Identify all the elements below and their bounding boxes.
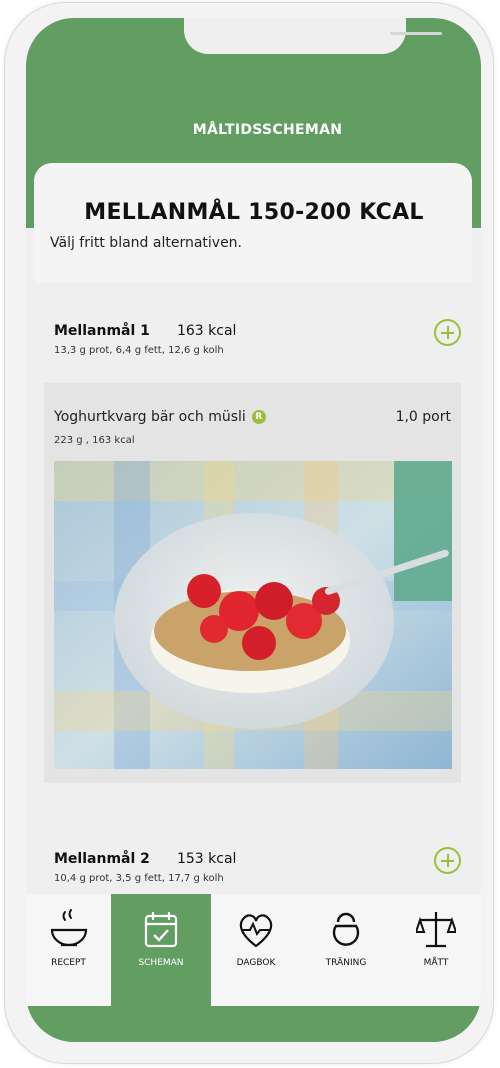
- heart-pulse-icon: [239, 914, 273, 948]
- meal-name: Mellanmål 1: [54, 323, 150, 339]
- tab-label: DAGBOK: [236, 958, 276, 968]
- bottom-tab-bar: RECEPT SCHEMAN DAGBOK TRÄNING MÅTT: [26, 894, 481, 1006]
- page-subtitle: Välj fritt bland alternativen.: [50, 235, 243, 251]
- recipe-meta: 223 g , 163 kcal: [54, 435, 135, 446]
- tab-label: RECEPT: [51, 958, 86, 968]
- phone-frame: MÅLTIDSSCHEMAN MELLANMÅL 150-200 KCAL Vä…: [4, 2, 494, 1064]
- tab-traning[interactable]: TRÄNING: [301, 894, 391, 1006]
- scale-icon: [416, 912, 456, 948]
- meal-row-1[interactable]: Mellanmål 1 163 kcal 13,3 g prot, 6,4 g …: [54, 320, 236, 356]
- tab-scheman[interactable]: SCHEMAN: [111, 894, 211, 1006]
- page-title: MELLANMÅL 150-200 KCAL: [84, 200, 424, 225]
- speaker-grill: [390, 32, 442, 35]
- tab-dagbok[interactable]: DAGBOK: [211, 894, 301, 1006]
- recipe-name: Yoghurtkvarg bär och müsli R: [54, 409, 266, 425]
- recipe-card[interactable]: Yoghurtkvarg bär och müsli R 1,0 port 223…: [44, 383, 461, 783]
- tab-label: SCHEMAN: [138, 958, 184, 968]
- meal-row-2[interactable]: Mellanmål 2 153 kcal 10,4 g prot, 3,5 g …: [54, 848, 236, 884]
- tab-label: MÅTT: [423, 958, 449, 968]
- tab-matt[interactable]: MÅTT: [391, 894, 481, 1006]
- header-title: MÅLTIDSSCHEMAN: [192, 122, 343, 138]
- app-screen: MÅLTIDSSCHEMAN MELLANMÅL 150-200 KCAL Vä…: [26, 18, 481, 1042]
- device-notch: [184, 18, 442, 54]
- meal-macros: 13,3 g prot, 6,4 g fett, 12,6 g kolh: [54, 345, 224, 356]
- recipe-portion: 1,0 port: [395, 409, 451, 425]
- recipe-badge: R: [251, 410, 266, 424]
- meal-kcal: 153 kcal: [176, 851, 237, 867]
- kettlebell-icon: [332, 912, 360, 946]
- bowl-icon: [50, 909, 87, 947]
- bottom-band: [26, 1006, 481, 1042]
- recipe-name-text: Yoghurtkvarg bär och müsli: [54, 409, 246, 425]
- yoghurt-bowl-photo: [54, 461, 452, 769]
- add-meal-2-button[interactable]: [434, 847, 461, 874]
- calendar-check-icon: [144, 912, 178, 948]
- tab-label: TRÄNING: [325, 958, 367, 968]
- tab-recept[interactable]: RECEPT: [26, 894, 111, 1006]
- meal-name: Mellanmål 2: [54, 851, 150, 867]
- meal-kcal: 163 kcal: [176, 323, 237, 339]
- add-meal-1-button[interactable]: [434, 319, 461, 346]
- meal-macros: 10,4 g prot, 3,5 g fett, 17,7 g kolh: [54, 873, 224, 884]
